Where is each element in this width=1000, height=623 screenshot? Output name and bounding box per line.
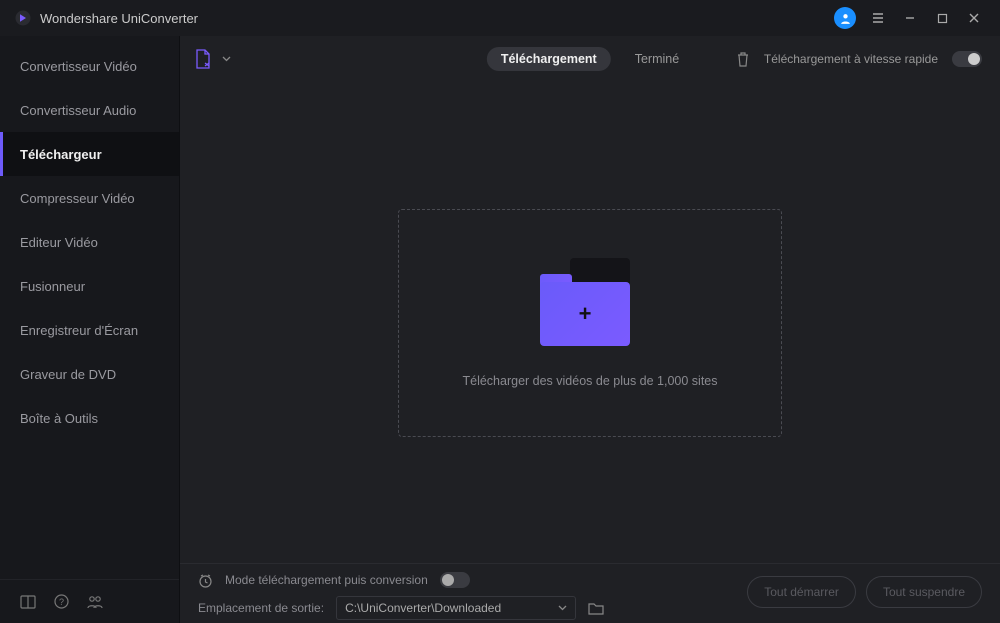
minimize-button[interactable] (894, 4, 926, 32)
fast-download-toggle[interactable] (952, 51, 982, 67)
sidebar-item-merger[interactable]: Fusionneur (0, 264, 179, 308)
library-icon[interactable] (20, 595, 36, 609)
pause-all-button[interactable]: Tout suspendre (866, 576, 982, 608)
content-area: + Télécharger des vidéos de plus de 1,00… (180, 82, 1000, 563)
dropzone-text: Télécharger des vidéos de plus de 1,000 … (462, 374, 717, 388)
sidebar-item-label: Graveur de DVD (20, 367, 116, 382)
app-title: Wondershare UniConverter (40, 11, 198, 26)
app-logo-icon (14, 9, 32, 27)
tab-finished[interactable]: Terminé (621, 47, 693, 71)
chevron-down-icon (222, 56, 231, 62)
help-icon[interactable]: ? (54, 594, 69, 609)
sidebar-item-label: Boîte à Outils (20, 411, 98, 426)
close-button[interactable] (958, 4, 990, 32)
open-folder-icon[interactable] (588, 602, 604, 615)
sidebar-item-audio-converter[interactable]: Convertisseur Audio (0, 88, 179, 132)
sidebar-item-label: Compresseur Vidéo (20, 191, 135, 206)
titlebar: Wondershare UniConverter (0, 0, 1000, 36)
sidebar-item-downloader[interactable]: Téléchargeur (0, 132, 179, 176)
output-location-label: Emplacement de sortie: (198, 601, 324, 615)
sidebar: Convertisseur Vidéo Convertisseur Audio … (0, 36, 180, 623)
tab-label: Téléchargement (501, 52, 597, 66)
sidebar-item-label: Convertisseur Vidéo (20, 59, 137, 74)
tab-label: Terminé (635, 52, 679, 66)
dropzone[interactable]: + Télécharger des vidéos de plus de 1,00… (398, 209, 782, 437)
sidebar-item-label: Téléchargeur (20, 147, 102, 162)
sidebar-item-screen-recorder[interactable]: Enregistreur d'Écran (0, 308, 179, 352)
clock-icon (198, 573, 213, 588)
sidebar-item-video-compressor[interactable]: Compresseur Vidéo (0, 176, 179, 220)
sidebar-footer: ? (0, 579, 179, 623)
maximize-button[interactable] (926, 4, 958, 32)
output-location-select[interactable]: C:\UniConverter\Downloaded (336, 596, 576, 620)
sidebar-item-video-converter[interactable]: Convertisseur Vidéo (0, 44, 179, 88)
main: Téléchargement Terminé Téléchargement à … (180, 36, 1000, 623)
sidebar-item-label: Convertisseur Audio (20, 103, 136, 118)
start-all-button[interactable]: Tout démarrer (747, 576, 856, 608)
svg-text:?: ? (59, 597, 64, 607)
menu-icon[interactable] (862, 4, 894, 32)
sidebar-item-dvd-burner[interactable]: Graveur de DVD (0, 352, 179, 396)
community-icon[interactable] (87, 595, 103, 609)
tab-downloading[interactable]: Téléchargement (487, 47, 611, 71)
trash-icon[interactable] (736, 52, 750, 67)
sidebar-item-toolbox[interactable]: Boîte à Outils (0, 396, 179, 440)
add-url-button[interactable] (194, 49, 231, 69)
folder-add-icon: + (540, 258, 640, 346)
convert-mode-label: Mode téléchargement puis conversion (225, 573, 428, 587)
sidebar-item-label: Enregistreur d'Écran (20, 323, 138, 338)
convert-mode-toggle[interactable] (440, 572, 470, 588)
sidebar-item-label: Editeur Vidéo (20, 235, 98, 250)
fast-download-label: Téléchargement à vitesse rapide (764, 52, 938, 66)
tab-bar: Téléchargement Terminé (487, 47, 693, 71)
footer: Mode téléchargement puis conversion Empl… (180, 563, 1000, 623)
sidebar-item-video-editor[interactable]: Editeur Vidéo (0, 220, 179, 264)
account-icon[interactable] (834, 7, 856, 29)
chevron-down-icon (558, 605, 567, 611)
toolbar: Téléchargement Terminé Téléchargement à … (180, 36, 1000, 82)
sidebar-item-label: Fusionneur (20, 279, 85, 294)
output-path: C:\UniConverter\Downloaded (345, 601, 501, 615)
